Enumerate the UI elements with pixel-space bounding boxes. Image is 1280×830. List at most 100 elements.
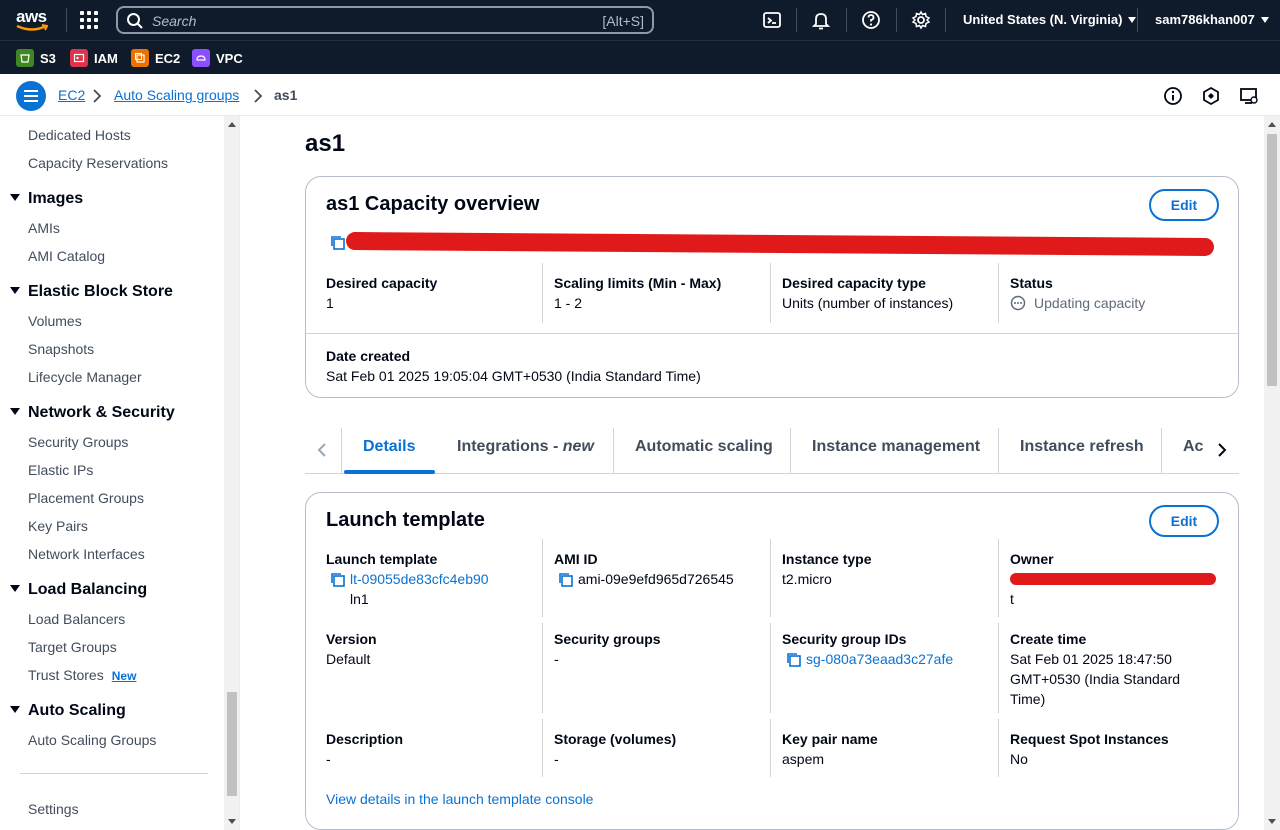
scaling-limits-value: 1 - 2 xyxy=(554,295,583,311)
launch-template-id-link[interactable]: lt-09055de83cfc4eb90 xyxy=(350,571,489,587)
favorite-vpc[interactable]: VPC xyxy=(192,48,243,68)
column-divider xyxy=(998,623,999,713)
sidebar-item-settings[interactable]: Settings xyxy=(28,801,79,817)
scrollbar-thumb[interactable] xyxy=(1267,134,1277,386)
tab-divider xyxy=(1161,428,1162,474)
field-label: Security groups xyxy=(554,631,661,647)
section-title: Load Balancing xyxy=(28,581,148,598)
favorite-ec2[interactable]: EC2 xyxy=(131,48,180,68)
field-label: Security group IDs xyxy=(782,631,907,647)
sidebar-item-lifecycle-manager[interactable]: Lifecycle Manager xyxy=(28,369,142,385)
tab-instance-refresh[interactable]: Instance refresh xyxy=(1020,438,1144,456)
desired-capacity-value: 1 xyxy=(326,295,334,311)
feedback-hexagon-icon[interactable] xyxy=(1201,86,1221,106)
account-menu[interactable]: sam786khan007 xyxy=(1155,12,1269,27)
s3-icon xyxy=(16,49,34,67)
sidebar-item-trust-stores[interactable]: Trust Stores New xyxy=(28,667,136,683)
create-time-value: Sat Feb 01 2025 18:47:50 xyxy=(1010,651,1172,667)
sidebar-item-elastic-ips[interactable]: Elastic IPs xyxy=(28,462,93,478)
sidebar-item-auto-scaling-groups[interactable]: Auto Scaling Groups xyxy=(28,732,156,748)
tab-divider xyxy=(998,428,999,474)
main-scrollbar[interactable] xyxy=(1264,116,1280,830)
sidebar-item-amis[interactable]: AMIs xyxy=(28,220,60,236)
column-divider xyxy=(998,263,999,323)
sidebar-item-snapshots[interactable]: Snapshots xyxy=(28,341,94,357)
favorite-iam[interactable]: IAM xyxy=(70,48,118,68)
notifications-bell-icon[interactable] xyxy=(811,10,831,30)
tab-automatic-scaling[interactable]: Automatic scaling xyxy=(635,438,773,456)
sidebar-item-target-groups[interactable]: Target Groups xyxy=(28,639,117,655)
field-label: Create time xyxy=(1010,631,1087,647)
launch-template-card: Launch template Edit Launch template lt-… xyxy=(305,492,1239,830)
copy-icon[interactable] xyxy=(330,572,346,588)
spot-value: No xyxy=(1010,751,1028,767)
vpc-icon xyxy=(192,49,210,67)
scroll-down-arrow-icon[interactable] xyxy=(1268,819,1276,824)
field-label: Status xyxy=(1010,275,1053,291)
sidebar-item-ami-catalog[interactable]: AMI Catalog xyxy=(28,248,105,264)
region-selector[interactable]: United States (N. Virginia) xyxy=(963,12,1137,27)
sidebar-navigation: Dedicated Hosts Capacity Reservations Im… xyxy=(0,116,240,830)
help-icon[interactable] xyxy=(861,10,881,30)
settings-gear-icon[interactable] xyxy=(911,10,931,30)
sidebar-item-network-interfaces[interactable]: Network Interfaces xyxy=(28,546,145,562)
tab-instance-management[interactable]: Instance management xyxy=(812,438,980,456)
tab-details[interactable]: Details xyxy=(363,438,415,456)
sidebar-item-load-balancers[interactable]: Load Balancers xyxy=(28,611,125,627)
caret-down-icon xyxy=(1260,17,1269,23)
sidebar-divider xyxy=(20,773,208,774)
storage-value: - xyxy=(554,751,559,767)
search-input[interactable]: Search [Alt+S] xyxy=(116,6,654,34)
security-group-id-link[interactable]: sg-080a73eaad3c27afe xyxy=(806,651,953,667)
tab-activity[interactable]: Ac xyxy=(1183,438,1203,456)
sidebar-section-auto-scaling[interactable]: Auto Scaling xyxy=(10,702,126,720)
tabs-scroll-right-icon[interactable] xyxy=(1215,442,1229,458)
column-divider xyxy=(542,623,543,713)
scroll-up-arrow-icon[interactable] xyxy=(1268,122,1276,127)
favorite-s3[interactable]: S3 xyxy=(16,48,56,68)
sidebar-item-volumes[interactable]: Volumes xyxy=(28,313,82,329)
aws-logo[interactable]: aws xyxy=(16,7,50,33)
sidebar-section-load-balancing[interactable]: Load Balancing xyxy=(10,581,147,599)
services-grid-icon[interactable] xyxy=(80,11,98,29)
cloudshell-icon[interactable] xyxy=(762,10,782,30)
caret-down-icon xyxy=(10,585,20,592)
sidebar-section-images[interactable]: Images xyxy=(10,190,83,208)
sidebar-item-security-groups[interactable]: Security Groups xyxy=(28,434,128,450)
navigation-menu-button[interactable] xyxy=(16,81,46,111)
favorites-bar: S3 IAM EC2 VPC xyxy=(0,40,1280,74)
tabs-scroll-left-icon[interactable] xyxy=(317,442,327,458)
field-label: Key pair name xyxy=(782,731,878,747)
scroll-down-arrow-icon[interactable] xyxy=(228,819,236,824)
tab-integrations[interactable]: Integrations - new xyxy=(457,438,594,456)
copy-icon[interactable] xyxy=(558,572,574,588)
view-launch-template-console-link[interactable]: View details in the launch template cons… xyxy=(326,791,593,807)
sidebar-item-placement-groups[interactable]: Placement Groups xyxy=(28,490,144,506)
info-icon[interactable] xyxy=(1163,86,1183,106)
edit-launch-template-button[interactable]: Edit xyxy=(1149,505,1219,537)
sidebar-section-network-security[interactable]: Network & Security xyxy=(10,404,175,422)
scrollbar-thumb[interactable] xyxy=(227,692,237,796)
redacted-arn xyxy=(345,231,1215,257)
field-label: Desired capacity xyxy=(326,275,438,291)
screen-settings-icon[interactable] xyxy=(1239,86,1259,106)
column-divider xyxy=(770,263,771,323)
column-divider xyxy=(542,719,543,777)
sidebar-item-capacity-reservations[interactable]: Capacity Reservations xyxy=(28,155,168,171)
breadcrumb-auto-scaling-groups[interactable]: Auto Scaling groups xyxy=(114,87,239,103)
divider xyxy=(896,8,897,32)
edit-capacity-button[interactable]: Edit xyxy=(1149,189,1219,221)
scroll-up-arrow-icon[interactable] xyxy=(228,122,236,127)
copy-icon[interactable] xyxy=(330,235,346,251)
sidebar-item-key-pairs[interactable]: Key Pairs xyxy=(28,518,88,534)
aws-smile-icon xyxy=(16,24,48,31)
field-label: Launch template xyxy=(326,551,438,567)
card-title: as1 Capacity overview xyxy=(326,193,540,215)
sidebar-section-ebs[interactable]: Elastic Block Store xyxy=(10,283,173,301)
ami-id-value: ami-09e9efd965d726545 xyxy=(578,571,734,587)
copy-icon[interactable] xyxy=(786,652,802,668)
section-title: Auto Scaling xyxy=(28,702,126,719)
sidebar-scrollbar[interactable] xyxy=(224,116,239,830)
sidebar-item-dedicated-hosts[interactable]: Dedicated Hosts xyxy=(28,127,131,143)
breadcrumb-ec2[interactable]: EC2 xyxy=(58,87,85,103)
